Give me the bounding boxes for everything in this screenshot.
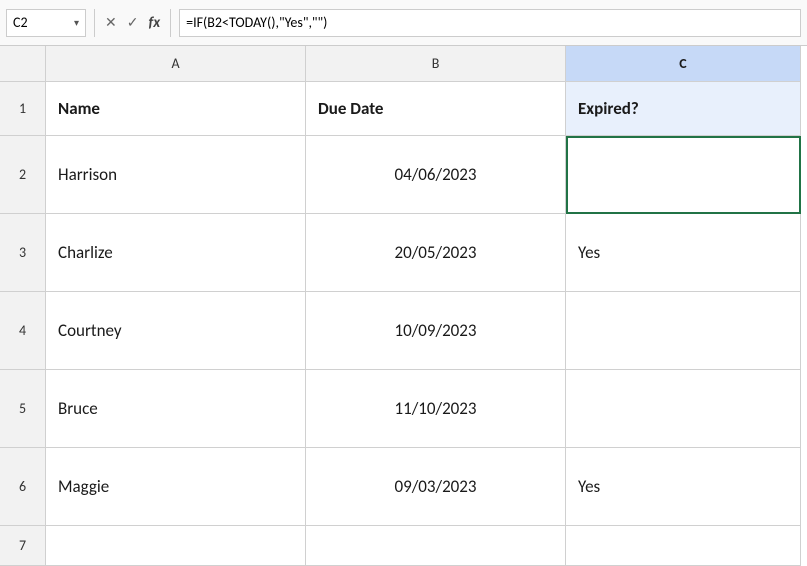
cell-a2[interactable]: Harrison — [46, 136, 306, 214]
cell-a1[interactable]: Name — [46, 82, 306, 136]
cell-a4-text: Courtney — [58, 320, 122, 341]
row-header-3[interactable]: 3 — [0, 214, 46, 292]
cell-a6[interactable]: Maggie — [46, 448, 306, 526]
cell-b2-text: 04/06/2023 — [394, 164, 476, 185]
spreadsheet: A B C 1 Name Due Date Expired? 2 Harriso… — [0, 46, 807, 566]
cell-b1-text: Due Date — [318, 98, 383, 119]
cancel-icon[interactable]: ✕ — [103, 14, 119, 31]
cell-a5-text: Bruce — [58, 398, 98, 419]
row-header-7[interactable]: 7 — [0, 526, 46, 566]
cell-a3-text: Charlize — [58, 242, 113, 263]
cell-b3[interactable]: 20/05/2023 — [306, 214, 566, 292]
formula-bar-divider — [94, 9, 95, 37]
cell-a7[interactable] — [46, 526, 306, 566]
cell-b4[interactable]: 10/09/2023 — [306, 292, 566, 370]
cell-c1-text: Expired? — [578, 98, 639, 119]
cell-reference-box[interactable]: C2 ▾ — [6, 9, 86, 37]
cell-c4[interactable] — [566, 292, 801, 370]
col-header-a[interactable]: A — [46, 46, 306, 82]
col-header-b[interactable]: B — [306, 46, 566, 82]
cell-c2[interactable] — [566, 136, 801, 214]
formula-bar: C2 ▾ ✕ ✓ fx — [0, 0, 807, 46]
cell-b1[interactable]: Due Date — [306, 82, 566, 136]
cell-a1-text: Name — [58, 98, 100, 119]
cell-c5[interactable] — [566, 370, 801, 448]
formula-input[interactable] — [179, 9, 801, 37]
formula-bar-icons: ✕ ✓ fx — [103, 14, 162, 32]
cell-b5-text: 11/10/2023 — [394, 398, 476, 419]
cell-reference-text: C2 — [13, 14, 70, 31]
grid: A B C 1 Name Due Date Expired? 2 Harriso… — [0, 46, 807, 566]
corner-cell — [0, 46, 46, 82]
cell-ref-dropdown-icon[interactable]: ▾ — [70, 16, 79, 29]
cell-c3-text: Yes — [578, 242, 600, 263]
insert-function-icon[interactable]: fx — [146, 14, 162, 32]
col-header-c[interactable]: C — [566, 46, 801, 82]
cell-c1[interactable]: Expired? — [566, 82, 801, 136]
cell-b4-text: 10/09/2023 — [394, 320, 476, 341]
row-header-4[interactable]: 4 — [0, 292, 46, 370]
row-header-5[interactable]: 5 — [0, 370, 46, 448]
row-header-6[interactable]: 6 — [0, 448, 46, 526]
row-header-1[interactable]: 1 — [0, 82, 46, 136]
cell-c6-text: Yes — [578, 476, 600, 497]
confirm-icon[interactable]: ✓ — [125, 14, 141, 31]
cell-a5[interactable]: Bruce — [46, 370, 306, 448]
cell-a3[interactable]: Charlize — [46, 214, 306, 292]
cell-b6-text: 09/03/2023 — [394, 476, 476, 497]
cell-a4[interactable]: Courtney — [46, 292, 306, 370]
cell-b3-text: 20/05/2023 — [394, 242, 476, 263]
cell-c6[interactable]: Yes — [566, 448, 801, 526]
cell-a6-text: Maggie — [58, 476, 109, 497]
cell-b7[interactable] — [306, 526, 566, 566]
cell-c7[interactable] — [566, 526, 801, 566]
cell-b5[interactable]: 11/10/2023 — [306, 370, 566, 448]
row-header-2[interactable]: 2 — [0, 136, 46, 214]
cell-b2[interactable]: 04/06/2023 — [306, 136, 566, 214]
cell-c3[interactable]: Yes — [566, 214, 801, 292]
formula-bar-divider2 — [170, 9, 171, 37]
cell-a2-text: Harrison — [58, 164, 117, 185]
cell-b6[interactable]: 09/03/2023 — [306, 448, 566, 526]
